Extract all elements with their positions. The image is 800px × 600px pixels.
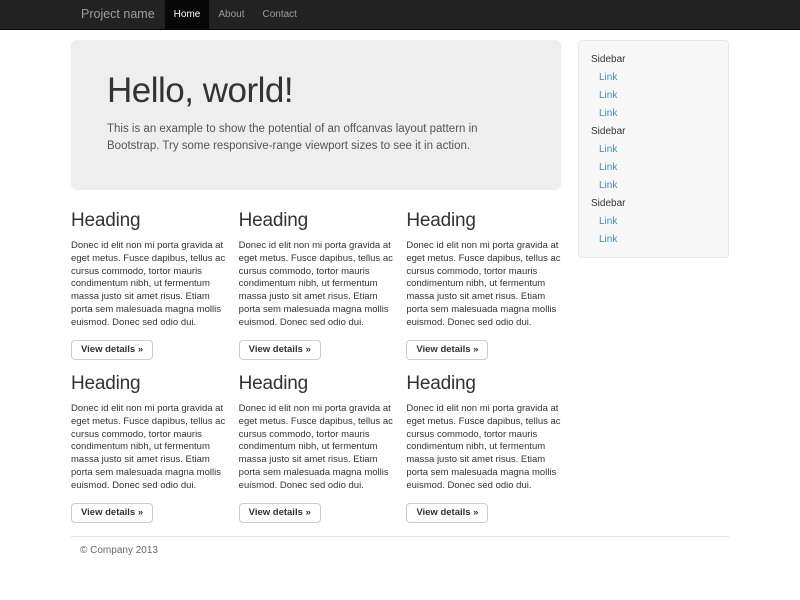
- navbar-inner: Project name Home About Contact: [71, 0, 729, 29]
- feature-card: Heading Donec id elit non mi porta gravi…: [239, 373, 394, 523]
- view-details-button[interactable]: View details »: [239, 340, 321, 360]
- card-heading: Heading: [71, 373, 226, 395]
- card-body: Donec id elit non mi porta gravida at eg…: [239, 403, 394, 493]
- view-details-button[interactable]: View details »: [406, 340, 488, 360]
- footer-copyright: © Company 2013: [71, 545, 729, 556]
- view-details-button[interactable]: View details »: [71, 340, 153, 360]
- footer-divider: [71, 536, 729, 537]
- jumbotron-lead: This is an example to show the potential…: [107, 121, 525, 155]
- card-heading: Heading: [71, 210, 226, 232]
- sidebar-link[interactable]: Link: [579, 230, 728, 248]
- jumbotron-title: Hello, world!: [107, 71, 525, 111]
- sidebar-link[interactable]: Link: [579, 140, 728, 158]
- card-body: Donec id elit non mi porta gravida at eg…: [239, 240, 394, 330]
- sidebar-link[interactable]: Link: [579, 176, 728, 194]
- card-body: Donec id elit non mi porta gravida at eg…: [71, 240, 226, 330]
- sidebar-heading: Sidebar: [579, 50, 728, 68]
- navbar: Project name Home About Contact: [0, 0, 800, 30]
- view-details-button[interactable]: View details »: [71, 503, 153, 523]
- sidebar-link[interactable]: Link: [579, 212, 728, 230]
- nav-item-about[interactable]: About: [209, 0, 253, 29]
- brand-link[interactable]: Project name: [71, 0, 165, 29]
- sidebar-heading: Sidebar: [579, 194, 728, 212]
- card-heading: Heading: [406, 373, 561, 395]
- cards-row-2: Heading Donec id elit non mi porta gravi…: [71, 373, 561, 523]
- view-details-button[interactable]: View details »: [406, 503, 488, 523]
- feature-card: Heading Donec id elit non mi porta gravi…: [71, 210, 226, 360]
- card-body: Donec id elit non mi porta gravida at eg…: [71, 403, 226, 493]
- card-body: Donec id elit non mi porta gravida at eg…: [406, 240, 561, 330]
- card-body: Donec id elit non mi porta gravida at eg…: [406, 403, 561, 493]
- card-heading: Heading: [239, 210, 394, 232]
- card-heading: Heading: [239, 373, 394, 395]
- feature-card: Heading Donec id elit non mi porta gravi…: [406, 210, 561, 360]
- sidebar-link[interactable]: Link: [579, 68, 728, 86]
- cards-row-1: Heading Donec id elit non mi porta gravi…: [71, 210, 561, 360]
- sidebar-link[interactable]: Link: [579, 86, 728, 104]
- feature-card: Heading Donec id elit non mi porta gravi…: [239, 210, 394, 360]
- content-row: Hello, world! This is an example to show…: [71, 40, 729, 523]
- sidebar-heading: Sidebar: [579, 122, 728, 140]
- main-column: Hello, world! This is an example to show…: [71, 40, 561, 523]
- feature-card: Heading Donec id elit non mi porta gravi…: [406, 373, 561, 523]
- jumbotron: Hello, world! This is an example to show…: [71, 40, 561, 190]
- sidebar-link[interactable]: Link: [579, 104, 728, 122]
- sidebar-panel: Sidebar Link Link Link Sidebar Link Link…: [578, 40, 729, 258]
- page-container: Hello, world! This is an example to show…: [71, 40, 729, 556]
- view-details-button[interactable]: View details »: [239, 503, 321, 523]
- card-heading: Heading: [406, 210, 561, 232]
- sidebar-link[interactable]: Link: [579, 158, 728, 176]
- feature-card: Heading Donec id elit non mi porta gravi…: [71, 373, 226, 523]
- navbar-menu: Home About Contact: [165, 0, 306, 29]
- nav-item-home[interactable]: Home: [165, 0, 210, 29]
- nav-item-contact[interactable]: Contact: [253, 0, 305, 29]
